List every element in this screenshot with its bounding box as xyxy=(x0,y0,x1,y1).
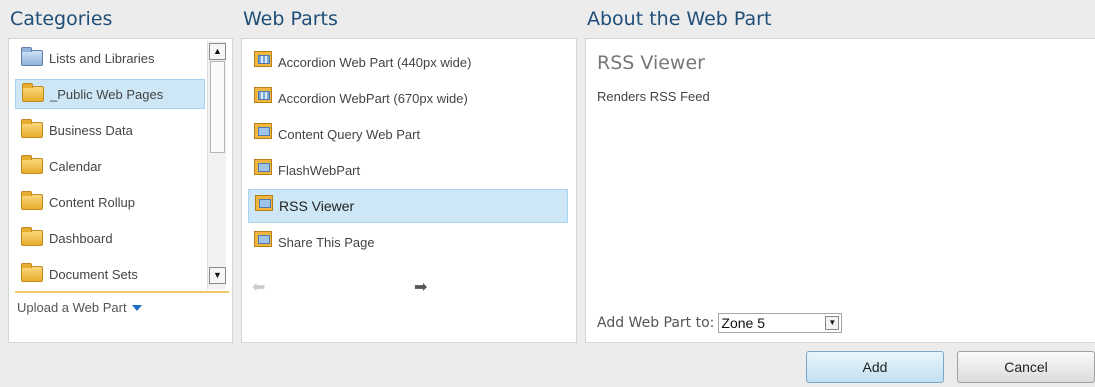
upload-web-part-label: Upload a Web Part xyxy=(17,300,127,315)
web-part-label: Accordion WebPart (670px wide) xyxy=(278,90,468,106)
web-parts-panel: Accordion Web Part (440px wide) Accordio… xyxy=(241,38,577,343)
web-part-label: RSS Viewer xyxy=(279,198,355,214)
folder-icon xyxy=(22,83,44,102)
web-part-item-flash[interactable]: FlashWebPart xyxy=(248,153,568,187)
scrollbar-thumb[interactable] xyxy=(210,61,225,153)
web-part-grid-icon xyxy=(254,51,272,67)
web-part-item-accordion-440[interactable]: Accordion Web Part (440px wide) xyxy=(248,45,568,79)
category-item-lists-and-libraries[interactable]: Lists and Libraries xyxy=(15,43,205,73)
web-part-grid-icon xyxy=(254,87,272,103)
category-label: Content Rollup xyxy=(49,194,135,210)
web-part-label: FlashWebPart xyxy=(278,162,361,178)
chevron-down-icon xyxy=(131,304,142,311)
web-part-title: RSS Viewer xyxy=(597,52,705,74)
folder-special-icon xyxy=(21,47,43,66)
categories-heading: Categories xyxy=(10,8,113,30)
web-parts-list: Accordion Web Part (440px wide) Accordio… xyxy=(248,45,568,261)
web-part-label: Accordion Web Part (440px wide) xyxy=(278,54,472,70)
category-label: Lists and Libraries xyxy=(49,50,155,66)
web-part-label: Content Query Web Part xyxy=(278,126,421,142)
category-item-dashboard[interactable]: Dashboard xyxy=(15,223,205,253)
folder-icon xyxy=(21,155,43,174)
categories-panel: Lists and Libraries _Public Web Pages Bu… xyxy=(8,38,233,343)
category-item-business-data[interactable]: Business Data xyxy=(15,115,205,145)
category-item-public-web-pages[interactable]: _Public Web Pages xyxy=(15,79,205,109)
category-label: Document Sets xyxy=(49,266,138,282)
category-label: Business Data xyxy=(49,122,133,138)
folder-icon xyxy=(21,119,43,138)
category-label: Dashboard xyxy=(49,230,113,246)
add-to-label: Add Web Part to: xyxy=(597,315,715,331)
web-part-icon xyxy=(254,123,272,139)
category-item-document-sets[interactable]: Document Sets xyxy=(15,259,205,289)
category-item-calendar[interactable]: Calendar xyxy=(15,151,205,181)
web-part-icon xyxy=(254,159,272,175)
about-heading: About the Web Part xyxy=(587,8,772,30)
categories-scrollbar[interactable]: ▲ ▼ xyxy=(207,41,226,289)
category-label: _Public Web Pages xyxy=(50,86,164,102)
folder-icon xyxy=(21,191,43,210)
zone-select[interactable]: Zone 5 ▼ xyxy=(718,313,843,333)
scroll-down-arrow-icon[interactable]: ▼ xyxy=(209,267,226,284)
categories-list: Lists and Libraries _Public Web Pages Bu… xyxy=(15,43,205,289)
web-part-item-accordion-670[interactable]: Accordion WebPart (670px wide) xyxy=(248,81,568,115)
divider xyxy=(15,291,229,293)
web-part-item-share-this-page[interactable]: Share This Page xyxy=(248,225,568,259)
upload-web-part-link[interactable]: Upload a Web Part xyxy=(17,300,142,315)
cancel-button[interactable]: Cancel xyxy=(957,351,1095,383)
dropdown-arrow-icon[interactable]: ▼ xyxy=(825,316,840,330)
web-part-icon xyxy=(255,195,273,211)
next-page-arrow-icon[interactable]: ➡ xyxy=(414,277,427,297)
web-part-item-content-query[interactable]: Content Query Web Part xyxy=(248,117,568,151)
folder-icon xyxy=(21,263,43,282)
category-label: Calendar xyxy=(49,158,102,174)
add-to-zone-row: Add Web Part to: Zone 5 ▼ xyxy=(597,313,843,333)
add-button[interactable]: Add xyxy=(806,351,944,383)
zone-select-value: Zone 5 xyxy=(721,315,765,331)
category-item-content-rollup[interactable]: Content Rollup xyxy=(15,187,205,217)
previous-page-arrow-icon[interactable]: ⬅ xyxy=(252,277,265,297)
web-part-description: Renders RSS Feed xyxy=(597,89,710,104)
scroll-up-arrow-icon[interactable]: ▲ xyxy=(209,43,226,60)
about-panel: RSS Viewer Renders RSS Feed Add Web Part… xyxy=(585,38,1095,343)
web-part-label: Share This Page xyxy=(278,234,375,250)
web-parts-heading: Web Parts xyxy=(243,8,338,30)
web-part-icon xyxy=(254,231,272,247)
folder-icon xyxy=(21,227,43,246)
web-part-item-rss-viewer[interactable]: RSS Viewer xyxy=(248,189,568,223)
